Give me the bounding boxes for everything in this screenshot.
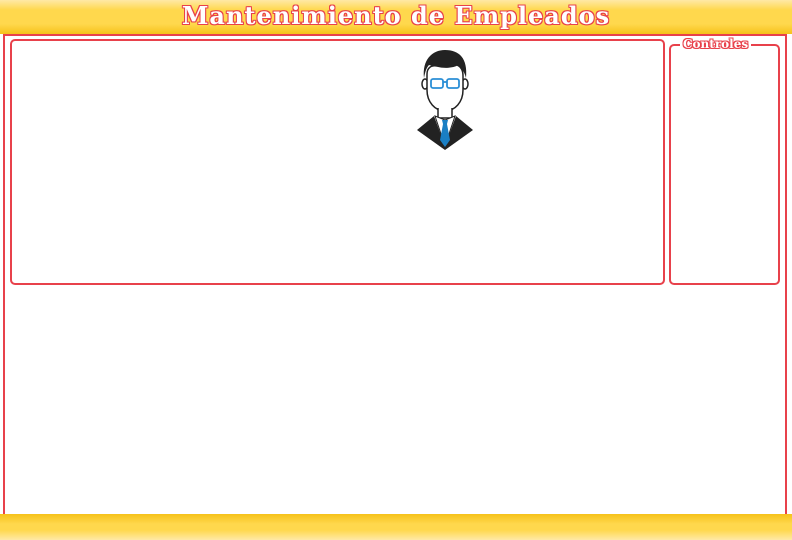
controls-panel-title: Controles xyxy=(680,36,752,52)
window-title: Mantenimiento de Empleados xyxy=(181,1,611,30)
controls-panel xyxy=(669,44,780,285)
title-banner: Mantenimiento de Empleados xyxy=(0,0,792,34)
employee-content-panel xyxy=(10,39,665,285)
footer-bar xyxy=(0,514,792,540)
employee-avatar-icon xyxy=(417,50,473,150)
app-window: Mantenimiento de Empleados Controles xyxy=(0,0,792,540)
